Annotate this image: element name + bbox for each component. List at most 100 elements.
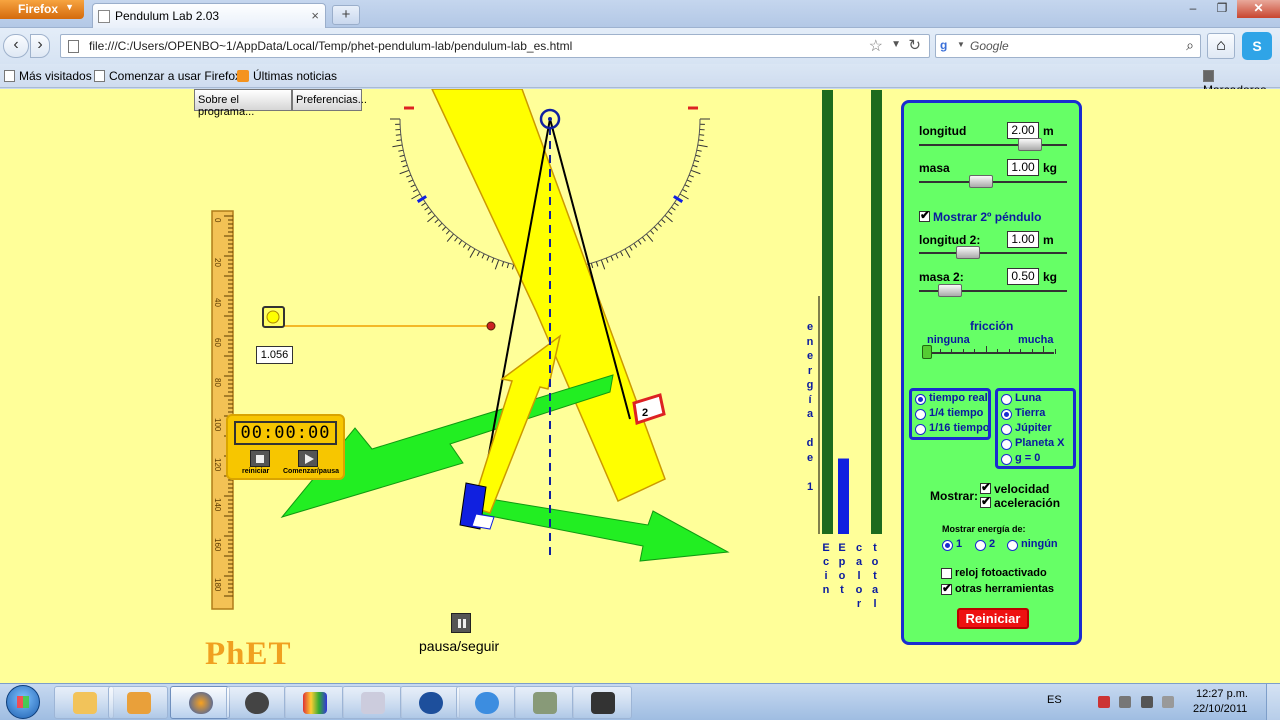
preferences-button[interactable]: Preferencias... xyxy=(292,89,367,111)
search-input[interactable]: g ▼ Google ⌕ xyxy=(935,34,1201,58)
energy-bar-label: total xyxy=(869,541,881,611)
bookmark-most-visited[interactable]: Más visitados xyxy=(4,69,92,83)
protractor-tick xyxy=(653,226,659,231)
pause-resume-button[interactable] xyxy=(451,613,471,633)
length2-label: longitud 2: xyxy=(919,233,981,247)
url-bar[interactable]: file:///C:/Users/OPENBO~1/AppData/Local/… xyxy=(60,34,930,58)
friction-slider-track[interactable] xyxy=(926,352,1054,354)
mass2-value[interactable]: 0.50 xyxy=(1007,268,1039,285)
tray-app-icon[interactable] xyxy=(1162,696,1174,708)
taskbar-firefox[interactable] xyxy=(170,686,230,719)
clock-date[interactable]: 22/10/2011 xyxy=(1193,703,1247,715)
energy-axis-letter xyxy=(804,422,816,437)
photogate-receiver[interactable] xyxy=(486,321,496,331)
taskbar-app-10[interactable] xyxy=(572,686,632,719)
time-speed-label: tiempo real xyxy=(929,392,988,404)
protractor-tick xyxy=(494,259,500,270)
planet-radio[interactable] xyxy=(1001,394,1012,405)
search-icon[interactable]: ⌕ xyxy=(1186,37,1194,54)
taskbar-app-6[interactable] xyxy=(342,686,402,719)
energy-radio[interactable] xyxy=(942,540,953,551)
ruler[interactable]: 0 20 40 60 80 100 120 140 160 180 xyxy=(211,210,234,610)
language-indicator[interactable]: ES xyxy=(1047,694,1062,706)
acceleration-checkbox[interactable] xyxy=(980,494,991,508)
taskbar-app-7[interactable] xyxy=(400,686,460,719)
time-speed-group: tiempo real 1/4 tiempo 1/16 tiempo xyxy=(909,388,991,440)
time-speed-radio[interactable] xyxy=(915,409,926,420)
new-tab-button[interactable]: + xyxy=(332,5,360,25)
friction-slider-thumb[interactable] xyxy=(922,345,932,359)
taskbar-internet-explorer[interactable] xyxy=(456,686,516,719)
acceleration-label: aceleración xyxy=(994,496,1061,510)
mass-slider-track[interactable] xyxy=(919,181,1067,183)
energy-radio[interactable] xyxy=(975,540,986,551)
tab-pendulum-lab[interactable]: Pendulum Lab 2.03 × xyxy=(92,3,326,28)
bookmark-star-icon[interactable]: ☆ xyxy=(869,36,883,56)
other-tools-checkbox[interactable] xyxy=(941,581,952,595)
ruler-tick-label: 40 xyxy=(213,298,222,307)
bookmark-latest-news[interactable]: Últimas noticias xyxy=(237,69,337,83)
protractor-tick xyxy=(610,255,614,261)
taskbar-app-9[interactable] xyxy=(514,686,574,719)
start-button[interactable] xyxy=(6,685,40,719)
close-icon[interactable]: × xyxy=(311,8,319,23)
forward-button[interactable]: › xyxy=(30,34,50,58)
length-slider-track[interactable] xyxy=(919,144,1067,146)
protractor-tick xyxy=(664,215,673,223)
length-slider-thumb[interactable] xyxy=(1018,138,1043,151)
length2-slider-track[interactable] xyxy=(919,252,1067,254)
volume-icon[interactable] xyxy=(1141,696,1153,708)
pendulum-1-mass[interactable] xyxy=(632,393,666,425)
protractor-tick xyxy=(486,255,490,261)
time-speed-radio[interactable] xyxy=(915,394,926,405)
taskbar-app-5[interactable] xyxy=(284,686,344,719)
reset-all-button[interactable]: Reiniciar xyxy=(957,608,1029,629)
app-icon xyxy=(303,692,327,714)
clock-time[interactable]: 12:27 p.m. xyxy=(1196,688,1248,700)
planet-radio[interactable] xyxy=(1001,454,1012,465)
taskbar-explorer[interactable] xyxy=(54,686,114,719)
stopwatch-start-pause-button[interactable] xyxy=(298,450,318,467)
back-button[interactable]: ‹ xyxy=(3,34,29,58)
skype-button[interactable]: S xyxy=(1242,32,1272,60)
protractor-tick xyxy=(674,202,679,207)
stopwatch-reset-button[interactable] xyxy=(250,450,270,467)
taskbar-media-player[interactable] xyxy=(108,686,168,719)
reload-icon[interactable]: ↻ xyxy=(908,36,921,54)
length-value[interactable]: 2.00 xyxy=(1007,122,1039,139)
length2-slider-thumb[interactable] xyxy=(956,246,981,259)
maximize-button[interactable]: ❐ xyxy=(1208,0,1236,18)
firefox-menu-button[interactable]: Firefox ▼ xyxy=(0,0,84,19)
planet-radio[interactable] xyxy=(1001,439,1012,450)
mass2-slider-thumb[interactable] xyxy=(937,284,962,297)
action-center-icon[interactable] xyxy=(1119,696,1131,708)
stopwatch-reset-label: reiniciar xyxy=(242,468,270,475)
stopwatch[interactable]: 00:00:00 reiniciar Comenzar/pausa xyxy=(226,414,345,480)
energy-radio[interactable] xyxy=(1007,540,1018,551)
protractor-tick xyxy=(694,159,700,163)
google-icon[interactable]: g xyxy=(940,38,947,52)
mass2-unit: kg xyxy=(1043,270,1058,284)
planet-radio[interactable] xyxy=(1001,424,1012,435)
home-button[interactable]: ⌂ xyxy=(1207,33,1235,59)
photogate-timer-checkbox[interactable] xyxy=(941,568,952,579)
chevron-down-icon[interactable]: ▼ xyxy=(957,40,965,49)
velocity-checkbox[interactable] xyxy=(980,480,991,494)
chevron-down-icon[interactable]: ▼ xyxy=(891,39,901,50)
time-speed-radio[interactable] xyxy=(915,424,926,435)
taskbar-app-4[interactable] xyxy=(226,686,286,719)
show-second-pendulum-checkbox[interactable] xyxy=(919,208,930,222)
mass-value[interactable]: 1.00 xyxy=(1007,159,1039,176)
show-desktop-button[interactable] xyxy=(1266,684,1280,720)
minimize-button[interactable]: – xyxy=(1179,0,1207,18)
mass2-label: masa 2: xyxy=(919,270,964,284)
network-icon[interactable] xyxy=(1098,696,1110,708)
bookmark-getting-started[interactable]: Comenzar a usar Firefox xyxy=(94,69,241,83)
mass-slider-thumb[interactable] xyxy=(968,175,993,188)
window-close-button[interactable]: ✕ xyxy=(1237,0,1280,18)
length2-value[interactable]: 1.00 xyxy=(1007,231,1039,248)
ruler-tick-label: 60 xyxy=(213,338,222,347)
planet-radio[interactable] xyxy=(1001,409,1012,420)
pendulum-1-rod[interactable] xyxy=(431,89,666,503)
about-button[interactable]: Sobre el programa... xyxy=(194,89,292,118)
